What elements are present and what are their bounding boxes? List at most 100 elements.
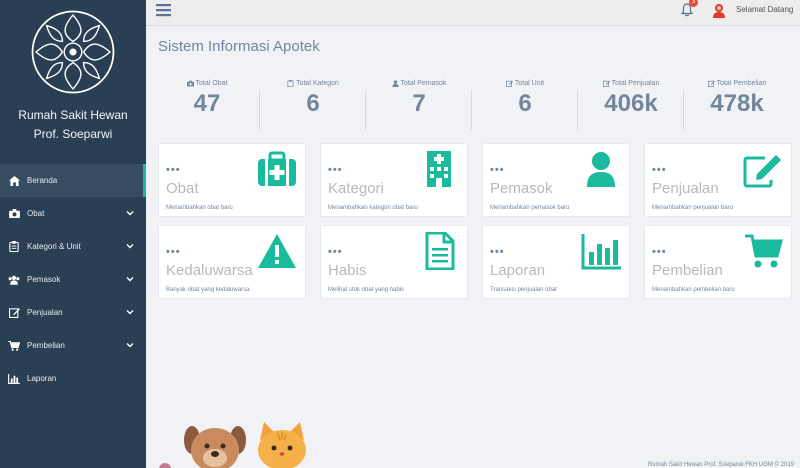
tile-dots: •••	[652, 246, 667, 258]
home-icon	[8, 175, 20, 187]
edit-icon	[743, 155, 781, 188]
stat-value: 6	[306, 90, 320, 117]
sidebar-item-beranda[interactable]: Beranda	[0, 164, 146, 197]
stat-label-row: Total Kategori	[260, 78, 366, 88]
tile-dots: •••	[490, 246, 505, 258]
clipboard-icon	[8, 241, 20, 253]
brand-name: Rumah Sakit Hewan Prof. Soeparwi	[18, 106, 127, 144]
sidebar-item-label: Laporan	[27, 374, 57, 383]
tile-title: Obat	[166, 180, 199, 197]
tile-description: Menambahkan pemasok baru	[490, 205, 570, 211]
chevron-down-icon	[126, 244, 134, 249]
sidebar: Rumah Sakit Hewan Prof. Soeparwi Beranda…	[0, 0, 146, 468]
tile-dots: •••	[328, 164, 343, 176]
sidebar-item-laporan[interactable]: Laporan	[0, 362, 146, 395]
hospital-icon	[427, 151, 451, 187]
notification-badge: 3	[689, 0, 698, 7]
sidebar-menu: Beranda Obat Kategori & Unit Pemasok Pen…	[0, 164, 146, 395]
stat-value: 6	[518, 90, 532, 117]
edit-icon	[707, 80, 715, 87]
tile-title: Habis	[328, 262, 367, 279]
tile-kategori[interactable]: ••• Kategori Menambahkan kategori obat b…	[320, 143, 468, 217]
bar-chart-icon	[8, 373, 20, 385]
stat-value: 7	[412, 90, 426, 117]
tile-pembelian[interactable]: ••• Pembelian Menambahkan pembelian baru	[644, 225, 792, 299]
chevron-down-icon	[126, 310, 134, 315]
sidebar-item-penjualan[interactable]: Penjualan	[0, 296, 146, 329]
chevron-down-icon	[126, 211, 134, 216]
stat-label-row: Total Unit	[472, 78, 578, 88]
cart-icon	[8, 340, 20, 352]
brand-line-1: Rumah Sakit Hewan	[18, 108, 128, 122]
cat-mascot-icon	[258, 422, 306, 468]
stat-total-pemasok: Total Pemasok 7	[366, 76, 472, 136]
sidebar-item-pemasok[interactable]: Pemasok	[0, 263, 146, 296]
tile-title: Kategori	[328, 180, 384, 197]
edit-icon	[602, 80, 610, 87]
tile-description: Menambahkan obat baru	[166, 205, 233, 211]
stat-label-row: Total Pemasok	[366, 78, 472, 88]
stat-total-obat: Total Obat 47	[154, 76, 260, 136]
sidebar-item-obat[interactable]: Obat	[0, 197, 146, 230]
stat-label: Total Obat	[195, 79, 228, 87]
stat-label: Total Unit	[514, 79, 545, 87]
page-title: Sistem Informasi Apotek	[158, 38, 320, 55]
tile-dots: •••	[166, 164, 181, 176]
main-content: Sistem Informasi Apotek Total Obat 47 To…	[146, 26, 800, 468]
stat-label: Total Penjualan	[611, 79, 660, 87]
menu-toggle-icon[interactable]	[156, 3, 171, 17]
hospital-logo-icon	[31, 10, 115, 94]
tile-habis[interactable]: ••• Habis Melihat stok obat yang habis	[320, 225, 468, 299]
tile-obat[interactable]: ••• Obat Menambahkan obat baru	[158, 143, 306, 217]
tile-title: Laporan	[490, 262, 546, 279]
user-icon	[587, 152, 615, 187]
stat-value: 47	[193, 90, 221, 117]
footer-text: Rumah Sakit Hewan Prof. Soeparwi FKH UGM…	[647, 462, 794, 468]
tile-title: Pemasok	[490, 180, 553, 197]
tile-title: Pembelian	[652, 262, 723, 279]
sidebar-item-label: Penjualan	[27, 308, 63, 317]
stat-value: 406k	[604, 90, 658, 117]
user-greeting[interactable]: Selamat Datang	[736, 5, 793, 14]
sidebar-item-kategori-unit[interactable]: Kategori & Unit	[0, 230, 146, 263]
stat-label-row: Total Penjualan	[578, 78, 684, 88]
stat-total-kategori: Total Kategori 6	[260, 76, 366, 136]
paw-icon	[159, 463, 171, 468]
user-avatar-icon[interactable]	[712, 3, 726, 18]
stat-total-penjualan: Total Penjualan 406k	[578, 76, 684, 136]
stat-label: Total Kategori	[296, 79, 339, 87]
camera-icon	[8, 208, 20, 220]
cart-icon	[745, 234, 783, 268]
top-navbar: 3 Selamat Datang	[146, 0, 800, 26]
sidebar-item-label: Pembelian	[27, 341, 65, 350]
tile-dots: •••	[166, 246, 181, 258]
stat-total-pembelian: Total Pembelian 478k	[684, 76, 790, 136]
tile-dots: •••	[652, 164, 667, 176]
tile-description: Banyak obat yang kedaluwarsa	[166, 287, 250, 293]
tile-laporan[interactable]: ••• Laporan Transaksi penjualan obat	[482, 225, 630, 299]
tile-title: Kedaluwarsa	[166, 262, 253, 279]
chevron-down-icon	[126, 277, 134, 282]
tile-penjualan[interactable]: ••• Penjualan Menambahkan penjualan baru	[644, 143, 792, 217]
user-icon	[391, 79, 399, 87]
stat-value: 478k	[710, 90, 764, 117]
stat-label: Total Pemasok	[400, 79, 447, 87]
users-icon	[8, 274, 20, 286]
sidebar-item-pembelian[interactable]: Pembelian	[0, 329, 146, 362]
warning-icon	[258, 234, 296, 268]
tile-pemasok[interactable]: ••• Pemasok Menambahkan pemasok baru	[482, 143, 630, 217]
camera-icon	[186, 80, 194, 86]
tile-dots: •••	[328, 246, 343, 258]
tile-description: Menambahkan pembelian baru	[652, 287, 735, 293]
edit-icon	[505, 80, 513, 87]
tile-dots: •••	[490, 164, 505, 176]
stat-label: Total Pembelian	[716, 79, 767, 87]
tile-description: Menambahkan kategori obat baru	[328, 205, 418, 211]
stat-total-unit: Total Unit 6	[472, 76, 578, 136]
sidebar-item-label: Pemasok	[27, 275, 61, 284]
tile-title: Penjualan	[652, 180, 719, 197]
brand-area: Rumah Sakit Hewan Prof. Soeparwi	[0, 0, 146, 160]
tile-kedaluwarsa[interactable]: ••• Kedaluwarsa Banyak obat yang kedaluw…	[158, 225, 306, 299]
sidebar-item-label: Kategori & Unit	[27, 242, 81, 251]
tile-description: Menambahkan penjualan baru	[652, 205, 734, 211]
